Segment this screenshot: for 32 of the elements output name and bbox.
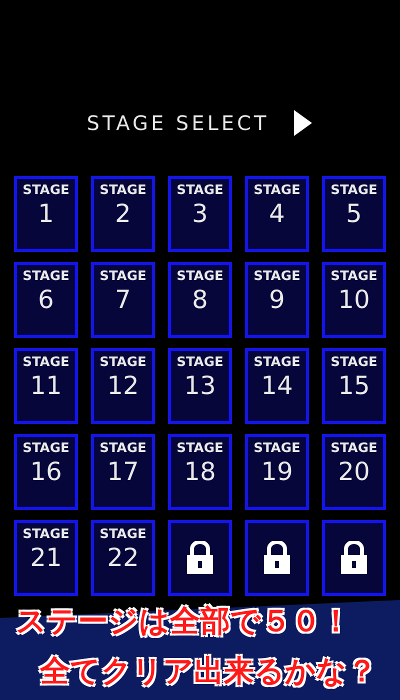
stage-tile[interactable]: STAGE 2 — [91, 176, 155, 252]
screen-title: STAGE SELECT — [86, 110, 270, 137]
stage-tile[interactable]: STAGE 16 — [14, 434, 78, 510]
stage-tile[interactable]: STAGE 19 — [245, 434, 309, 510]
play-icon[interactable] — [293, 109, 314, 137]
stage-tile[interactable]: STAGE 13 — [168, 348, 232, 424]
stage-tile[interactable]: STAGE 22 — [91, 520, 155, 596]
stage-tile[interactable]: STAGE 14 — [245, 348, 309, 424]
banner-text: 全てクリア出来るかな？ — [40, 654, 377, 690]
stage-tile[interactable]: STAGE 10 — [322, 262, 386, 338]
stage-tile[interactable]: STAGE 6 — [14, 262, 78, 338]
locked-stage-tile[interactable] — [322, 520, 386, 596]
stage-tile[interactable]: STAGE 15 — [322, 348, 386, 424]
stage-tile[interactable]: STAGE 11 — [14, 348, 78, 424]
stage-tile[interactable]: STAGE 4 — [245, 176, 309, 252]
stage-tile[interactable]: STAGE 5 — [322, 176, 386, 252]
locked-stage-tile[interactable] — [168, 520, 232, 596]
padlock-icon — [184, 541, 216, 575]
padlock-icon — [338, 541, 370, 575]
stage-tile[interactable]: STAGE 8 — [168, 262, 232, 338]
stage-tile[interactable]: STAGE 1 — [14, 176, 78, 252]
banner-text: ステージは全部で５０！ — [16, 604, 351, 640]
stage-tile[interactable]: STAGE 3 — [168, 176, 232, 252]
stage-tile[interactable]: STAGE 21 — [14, 520, 78, 596]
stage-tile[interactable]: STAGE 20 — [322, 434, 386, 510]
stage-tile[interactable]: STAGE 9 — [245, 262, 309, 338]
stage-tile[interactable]: STAGE 7 — [91, 262, 155, 338]
locked-stage-tile[interactable] — [245, 520, 309, 596]
padlock-icon — [261, 541, 293, 575]
stage-tile[interactable]: STAGE 12 — [91, 348, 155, 424]
stage-tile[interactable]: STAGE 17 — [91, 434, 155, 510]
stage-tile[interactable]: STAGE 18 — [168, 434, 232, 510]
